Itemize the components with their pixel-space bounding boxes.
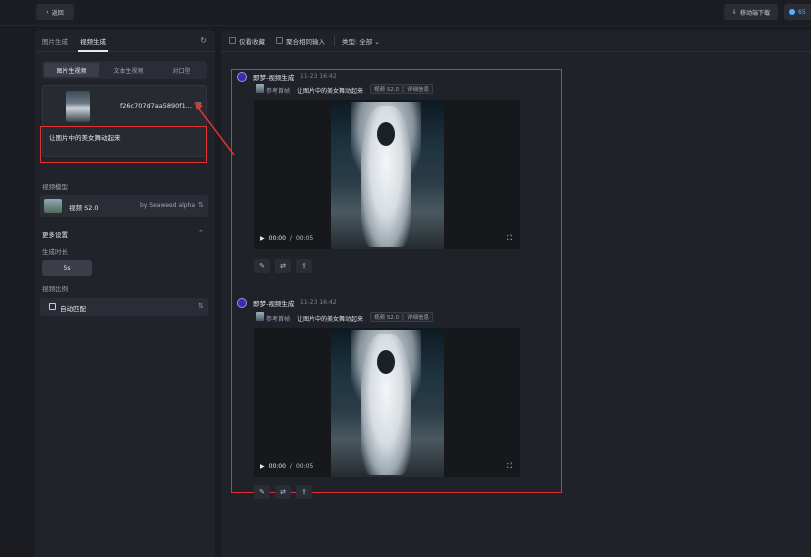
ratio-value: 自动匹配 bbox=[60, 305, 86, 313]
type-filter-dropdown[interactable]: 类型: 全部 ⌄ bbox=[342, 36, 380, 46]
model-thumbnail bbox=[44, 199, 62, 213]
tab-video-generation[interactable]: 视频生成 bbox=[80, 36, 106, 46]
jimeng-avatar bbox=[237, 298, 247, 308]
credit-coin-icon bbox=[789, 9, 795, 15]
credits-value: 65 bbox=[798, 8, 806, 16]
edit-button[interactable]: ✎ bbox=[254, 485, 270, 499]
video-duration: 00:05 bbox=[295, 463, 314, 470]
fullscreen-icon[interactable]: ⛶ bbox=[507, 462, 512, 471]
entry-time: 11-23 16:42 bbox=[300, 299, 337, 306]
video-controls: ▶ 00:00 / 00:05 bbox=[260, 463, 313, 470]
prompt-input[interactable]: 让图片中的美女舞动起来 bbox=[40, 126, 207, 163]
fullscreen-icon[interactable]: ⛶ bbox=[507, 234, 512, 243]
reference-frame-icon bbox=[256, 84, 264, 93]
video-current-time: 00:00 bbox=[268, 235, 286, 242]
entry-prompt: 让图片中的美女舞动起来 bbox=[297, 316, 364, 323]
play-icon[interactable]: ▶ bbox=[260, 235, 265, 242]
reference-frame-label: 参考首帧 bbox=[266, 316, 291, 323]
generation-panel: 图片生成 视频生成 ↻ 图片生视频 文本生视频 对口型 f26c707d7aa5… bbox=[35, 30, 215, 557]
filter-divider bbox=[334, 36, 335, 46]
upload-icon: ⇪ bbox=[301, 262, 307, 270]
upload-icon: ⇪ bbox=[301, 488, 307, 496]
video-controls: ▶ 00:00 / 00:05 bbox=[260, 235, 313, 242]
video-frame bbox=[331, 328, 444, 477]
duration-option[interactable]: 5s bbox=[42, 260, 92, 276]
time-separator: / bbox=[289, 235, 292, 242]
filter-bar: 仅看收藏 聚合相同输入 类型: 全部 ⌄ bbox=[221, 30, 811, 52]
model-author: by Seaweed alpha bbox=[140, 202, 196, 209]
mobile-download-button[interactable]: ⇩ 移动端下载 bbox=[724, 4, 778, 20]
delete-icon[interactable]: 🗑 bbox=[194, 102, 203, 110]
duration-label: 生成时长 bbox=[42, 248, 68, 256]
results-panel: 仅看收藏 聚合相同输入 类型: 全部 ⌄ 即梦-视频生成 11-23 16:42… bbox=[221, 30, 811, 557]
refresh-icon[interactable]: ↻ bbox=[200, 36, 207, 45]
export-button[interactable]: ⇪ bbox=[296, 485, 312, 499]
more-settings-header[interactable]: 更多设置 bbox=[42, 229, 68, 239]
model-tag: 视频 S2.0 bbox=[370, 312, 403, 322]
details-tag[interactable]: 详细信息 bbox=[403, 84, 434, 94]
model-selector[interactable]: 视频 S2.0 by Seaweed alpha ⇅ bbox=[40, 195, 208, 217]
generation-type-tabs: 图片生成 视频生成 ↻ bbox=[35, 30, 215, 52]
mobile-download-label: 移动端下载 bbox=[740, 9, 771, 17]
chevron-left-icon: ‹ bbox=[46, 8, 49, 16]
reference-image-filename: f26c707d7aa5890f1... bbox=[120, 102, 192, 110]
prompt-text: 让图片中的美女舞动起来 bbox=[49, 134, 121, 142]
export-button[interactable]: ⇪ bbox=[296, 259, 312, 273]
favorites-checkbox[interactable] bbox=[229, 37, 236, 44]
regenerate-button[interactable]: ⇄ bbox=[275, 259, 291, 273]
ratio-selector[interactable]: 自动匹配 ⇅ bbox=[40, 298, 208, 316]
ratio-label: 视频比例 bbox=[42, 285, 68, 293]
mode-image-to-video[interactable]: 图片生视频 bbox=[44, 63, 99, 77]
entry-prompt: 让图片中的美女舞动起来 bbox=[297, 88, 364, 95]
regenerate-button[interactable]: ⇄ bbox=[275, 485, 291, 499]
mode-text-to-video[interactable]: 文本生视频 bbox=[101, 63, 156, 77]
adjust-icon: ⇅ bbox=[198, 201, 204, 209]
figure-face bbox=[377, 350, 395, 374]
edit-button[interactable]: ✎ bbox=[254, 259, 270, 273]
adjust-icon: ⇅ bbox=[198, 302, 204, 310]
video-player[interactable]: ▶ 00:00 / 00:05 ⛶ bbox=[254, 328, 520, 477]
model-tag: 视频 S2.0 bbox=[370, 84, 403, 94]
model-name: 视频 S2.0 bbox=[69, 204, 99, 212]
chevron-down-icon: ⌄ bbox=[374, 38, 380, 46]
back-button[interactable]: ‹ 返回 bbox=[36, 4, 74, 20]
reference-frame-label: 参考首帧 bbox=[266, 88, 291, 95]
pencil-icon: ✎ bbox=[259, 488, 265, 496]
entry-title: 即梦-视频生成 bbox=[253, 74, 295, 82]
chevron-up-icon[interactable]: ⌃ bbox=[198, 229, 204, 237]
model-section-label: 视频模型 bbox=[42, 183, 68, 191]
back-button-label: 返回 bbox=[51, 9, 64, 17]
type-filter-label: 类型: 全部 bbox=[342, 38, 373, 46]
aspect-ratio-icon bbox=[49, 303, 56, 310]
merge-inputs-label[interactable]: 聚合相同输入 bbox=[286, 36, 325, 46]
time-separator: / bbox=[289, 463, 292, 470]
details-tag[interactable]: 详细信息 bbox=[403, 312, 434, 322]
video-mode-selector: 图片生视频 文本生视频 对口型 bbox=[42, 61, 207, 79]
video-player[interactable]: ▶ 00:00 / 00:05 ⛶ bbox=[254, 100, 520, 249]
jimeng-avatar bbox=[237, 72, 247, 82]
video-frame bbox=[331, 100, 444, 249]
reference-image-thumbnail bbox=[66, 91, 90, 122]
entry-title: 即梦-视频生成 bbox=[253, 300, 295, 308]
credits-badge[interactable]: 65 bbox=[784, 4, 811, 20]
mode-lip-sync[interactable]: 对口型 bbox=[158, 63, 205, 77]
favorites-label[interactable]: 仅看收藏 bbox=[239, 36, 265, 46]
entry-time: 11-23 16:42 bbox=[300, 73, 337, 80]
reference-frame-icon bbox=[256, 312, 264, 321]
download-icon: ⇩ bbox=[731, 8, 737, 16]
tab-image-generation[interactable]: 图片生成 bbox=[42, 36, 68, 46]
pencil-icon: ✎ bbox=[259, 262, 265, 270]
video-duration: 00:05 bbox=[295, 235, 314, 242]
top-bar: ‹ 返回 ⇩ 移动端下载 65 bbox=[0, 0, 811, 26]
video-current-time: 00:00 bbox=[268, 463, 286, 470]
figure-face bbox=[377, 122, 395, 146]
repeat-icon: ⇄ bbox=[280, 488, 286, 496]
play-icon[interactable]: ▶ bbox=[260, 463, 265, 470]
merge-inputs-checkbox[interactable] bbox=[276, 37, 283, 44]
repeat-icon: ⇄ bbox=[280, 262, 286, 270]
active-tab-indicator bbox=[78, 50, 108, 52]
